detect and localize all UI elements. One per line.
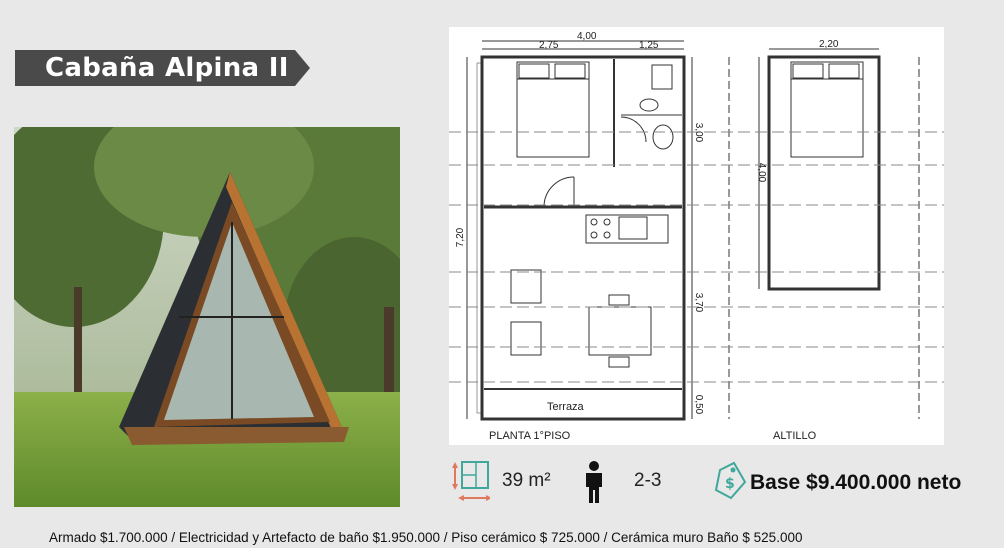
title-banner: Cabaña Alpina II (15, 50, 310, 86)
dim-total-width: 4,00 (577, 31, 597, 42)
loft-plan-label: ALTILLO (773, 430, 817, 442)
dim-left-width: 2,75 (539, 40, 559, 51)
dim-loft-height: 4,00 (756, 162, 768, 183)
dim-top-height: 3,00 (693, 122, 705, 143)
dim-bottom-height: 0,50 (693, 394, 705, 415)
dim-loft-width: 2,20 (819, 39, 839, 50)
plan-drawing (449, 40, 944, 421)
price-breakdown: Armado $1.700.000 / Electricidad y Artef… (49, 530, 803, 545)
svg-text:$: $ (725, 476, 735, 492)
dim-right-width: 1,25 (639, 40, 659, 51)
terrace-label: Terraza (547, 401, 584, 413)
page-title: Cabaña Alpina II (45, 53, 289, 83)
area-icon (452, 461, 490, 501)
cabin-photo (0, 87, 434, 507)
dim-total-height: 7,20 (455, 227, 467, 248)
person-icon (586, 461, 602, 503)
people-value: 2-3 (634, 470, 662, 491)
dim-mid-height: 3,70 (693, 292, 705, 313)
base-price: Base $9.400.000 neto (750, 471, 962, 494)
floor-plan-label: PLANTA 1°PISO (489, 430, 571, 442)
price-tag-icon: $ (714, 461, 747, 500)
area-value: 39 m² (502, 470, 551, 491)
floor-plan: 4,00 2,75 1,25 7,20 3,00 3,70 0,50 2,20 … (449, 27, 944, 445)
